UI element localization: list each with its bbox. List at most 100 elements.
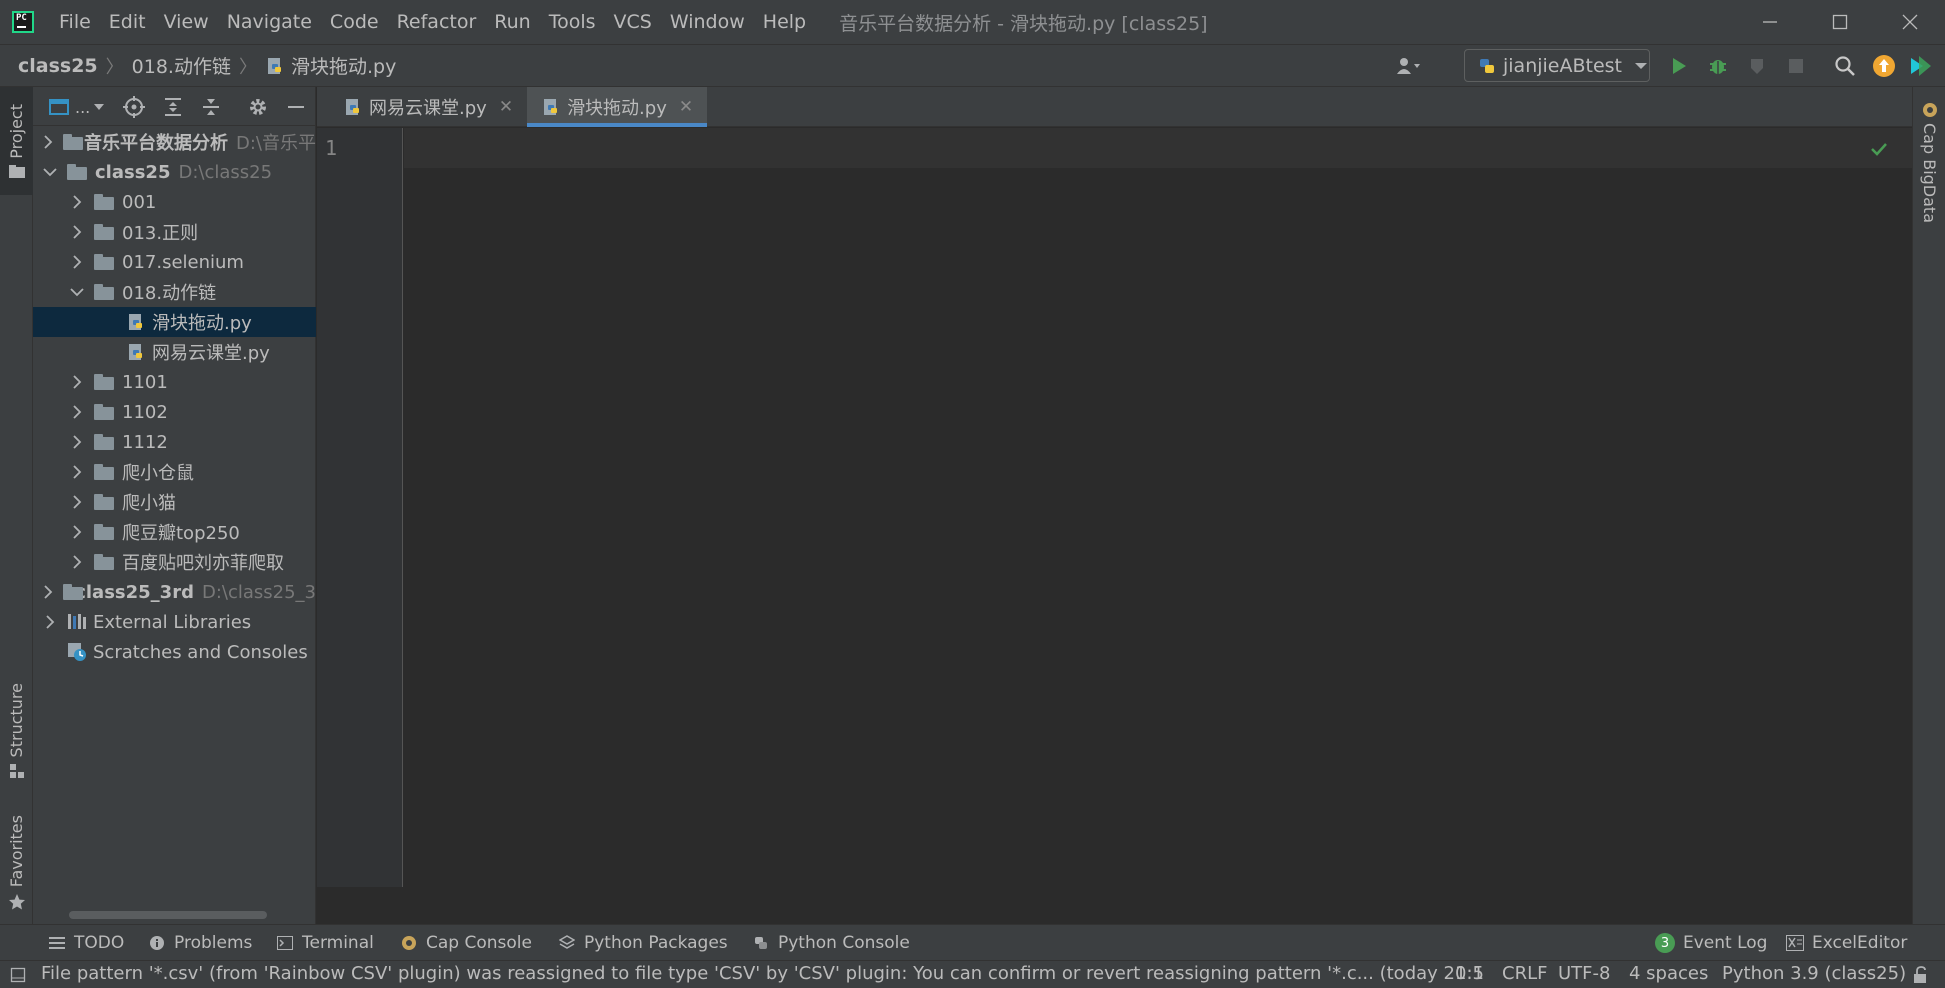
line-separator[interactable]: CRLF bbox=[1502, 963, 1547, 984]
search-icon bbox=[1835, 56, 1855, 76]
expand-all-button[interactable] bbox=[160, 94, 186, 120]
close-tab-icon[interactable]: ✕ bbox=[679, 97, 693, 117]
cap-bigdata-tool-tab[interactable]: Cap BigData bbox=[1913, 101, 1945, 281]
tree-item-folder[interactable]: 爬小仓鼠 bbox=[33, 457, 316, 487]
tree-item-class25-3rd[interactable]: class25_3rd D:\class25_3 bbox=[33, 577, 316, 607]
chevron-down-icon[interactable] bbox=[70, 285, 84, 299]
stop-button[interactable] bbox=[1783, 53, 1809, 79]
python-console-tool-button[interactable]: Python Console bbox=[752, 933, 910, 953]
chevron-right-icon[interactable] bbox=[70, 465, 84, 479]
file-encoding[interactable]: UTF-8 bbox=[1558, 963, 1610, 984]
tree-item-label: 1112 bbox=[122, 431, 168, 453]
python-interpreter[interactable]: Python 3.9 (class25) bbox=[1722, 963, 1906, 984]
indent-setting[interactable]: 4 spaces bbox=[1629, 963, 1708, 984]
code-editor[interactable] bbox=[404, 128, 1912, 887]
terminal-tool-button[interactable]: Terminal bbox=[276, 933, 374, 953]
menu-view[interactable]: View bbox=[155, 11, 218, 33]
chevron-right-icon[interactable] bbox=[70, 495, 84, 509]
tree-item-scratches[interactable]: Scratches and Consoles bbox=[33, 637, 316, 667]
toggle-tool-windows-icon[interactable] bbox=[10, 967, 26, 983]
chevron-right-icon[interactable] bbox=[70, 255, 84, 269]
locate-file-button[interactable] bbox=[121, 94, 147, 120]
settings-button[interactable] bbox=[245, 94, 271, 120]
project-tool-tab[interactable]: Project bbox=[0, 87, 33, 195]
bug-icon bbox=[1710, 60, 1726, 74]
excel-editor-tool-button[interactable]: ExcelEditor bbox=[1786, 933, 1907, 953]
pycharm-logo-icon bbox=[12, 11, 34, 33]
structure-tool-tab[interactable]: Structure bbox=[0, 679, 33, 779]
status-bar: File pattern '*.csv' (from 'Rainbow CSV'… bbox=[0, 960, 1945, 988]
menu-file[interactable]: File bbox=[50, 11, 100, 33]
tree-item-folder[interactable]: 017.selenium bbox=[33, 247, 316, 277]
breadcrumb-folder[interactable]: 018.动作链 bbox=[132, 52, 231, 79]
menu-code[interactable]: Code bbox=[321, 11, 388, 33]
chevron-right-icon[interactable] bbox=[70, 435, 84, 449]
tree-item-folder[interactable]: 001 bbox=[33, 187, 316, 217]
menu-vcs[interactable]: VCS bbox=[605, 11, 661, 33]
menu-window[interactable]: Window bbox=[661, 11, 754, 33]
minimize-button[interactable] bbox=[1735, 0, 1805, 44]
event-log-tool-button[interactable]: 3 Event Log bbox=[1655, 933, 1767, 953]
menu-edit[interactable]: Edit bbox=[100, 11, 155, 33]
horizontal-scrollbar[interactable] bbox=[69, 911, 267, 919]
status-message[interactable]: File pattern '*.csv' (from 'Rainbow CSV'… bbox=[41, 963, 1484, 984]
chevron-right-icon[interactable] bbox=[43, 615, 57, 629]
close-tab-icon[interactable]: ✕ bbox=[499, 97, 513, 117]
chevron-right-icon[interactable] bbox=[70, 225, 84, 239]
menu-refactor[interactable]: Refactor bbox=[388, 11, 486, 33]
tree-item-folder-expanded[interactable]: 018.动作链 bbox=[33, 277, 316, 307]
tree-item-root-project[interactable]: 音乐平台数据分析 D:\音乐平 bbox=[33, 127, 316, 157]
search-button[interactable] bbox=[1832, 53, 1858, 79]
breadcrumb-file[interactable]: 滑块拖动.py bbox=[291, 52, 396, 79]
tree-item-file[interactable]: 网易云课堂.py bbox=[33, 337, 316, 367]
tree-item-file-selected[interactable]: 滑块拖动.py bbox=[33, 307, 316, 337]
chevron-right-icon[interactable] bbox=[70, 555, 84, 569]
chevron-down-icon bbox=[94, 104, 105, 110]
chevron-right-icon[interactable] bbox=[70, 405, 84, 419]
chevron-right-icon[interactable] bbox=[70, 195, 84, 209]
menu-help[interactable]: Help bbox=[754, 11, 815, 33]
maximize-button[interactable] bbox=[1805, 0, 1875, 44]
chevron-right-icon[interactable] bbox=[70, 525, 84, 539]
menu-run[interactable]: Run bbox=[485, 11, 539, 33]
favorites-tool-tab[interactable]: Favorites bbox=[0, 811, 33, 911]
caret-position[interactable]: 1:1 bbox=[1455, 963, 1484, 984]
cap-console-tool-button[interactable]: Cap Console bbox=[400, 933, 532, 953]
close-button[interactable] bbox=[1875, 0, 1945, 44]
chevron-down-icon[interactable] bbox=[43, 165, 57, 179]
python-packages-tool-button[interactable]: Python Packages bbox=[558, 933, 728, 953]
chevron-right-icon[interactable] bbox=[43, 585, 53, 599]
tree-item-folder[interactable]: 爬小猫 bbox=[33, 487, 316, 517]
menu-navigate[interactable]: Navigate bbox=[218, 11, 321, 33]
tree-item-folder[interactable]: 爬豆瓣top250 bbox=[33, 517, 316, 547]
chevron-right-icon[interactable] bbox=[43, 135, 53, 149]
tab-wangyiyun[interactable]: 网易云课堂.py ✕ bbox=[329, 87, 527, 127]
tree-item-folder[interactable]: 1102 bbox=[33, 397, 316, 427]
minimize-icon bbox=[288, 106, 304, 108]
run-with-coverage-button[interactable] bbox=[1744, 53, 1770, 79]
account-icon[interactable] bbox=[1396, 53, 1422, 79]
run-configuration-selector[interactable]: jianjieABtest bbox=[1464, 49, 1650, 82]
tab-huakuai-active[interactable]: 滑块拖动.py ✕ bbox=[527, 87, 708, 127]
python-file-icon bbox=[126, 312, 146, 332]
tree-item-class25[interactable]: class25 D:\class25 bbox=[33, 157, 316, 187]
tree-item-folder[interactable]: 1101 bbox=[33, 367, 316, 397]
tree-item-folder[interactable]: 013.正则 bbox=[33, 217, 316, 247]
breadcrumb-project[interactable]: class25 bbox=[18, 55, 98, 77]
unlock-icon[interactable] bbox=[1912, 966, 1928, 984]
tree-item-folder[interactable]: 百度贴吧刘亦菲爬取 bbox=[33, 547, 316, 577]
chevron-right-icon[interactable] bbox=[70, 375, 84, 389]
todo-tool-button[interactable]: TODO bbox=[48, 933, 124, 953]
update-button[interactable] bbox=[1871, 53, 1897, 79]
hide-panel-button[interactable] bbox=[283, 94, 309, 120]
run-button[interactable] bbox=[1666, 53, 1692, 79]
no-problems-check-icon[interactable] bbox=[1866, 136, 1892, 162]
collapse-all-button[interactable] bbox=[198, 94, 224, 120]
tree-item-external-libraries[interactable]: External Libraries bbox=[33, 607, 316, 637]
menu-tools[interactable]: Tools bbox=[540, 11, 605, 33]
debug-button[interactable] bbox=[1705, 53, 1731, 79]
tree-item-folder[interactable]: 1112 bbox=[33, 427, 316, 457]
project-view-selector[interactable]: ... bbox=[49, 94, 109, 120]
plugin-button[interactable] bbox=[1908, 53, 1934, 79]
problems-tool-button[interactable]: Problems bbox=[148, 933, 252, 953]
